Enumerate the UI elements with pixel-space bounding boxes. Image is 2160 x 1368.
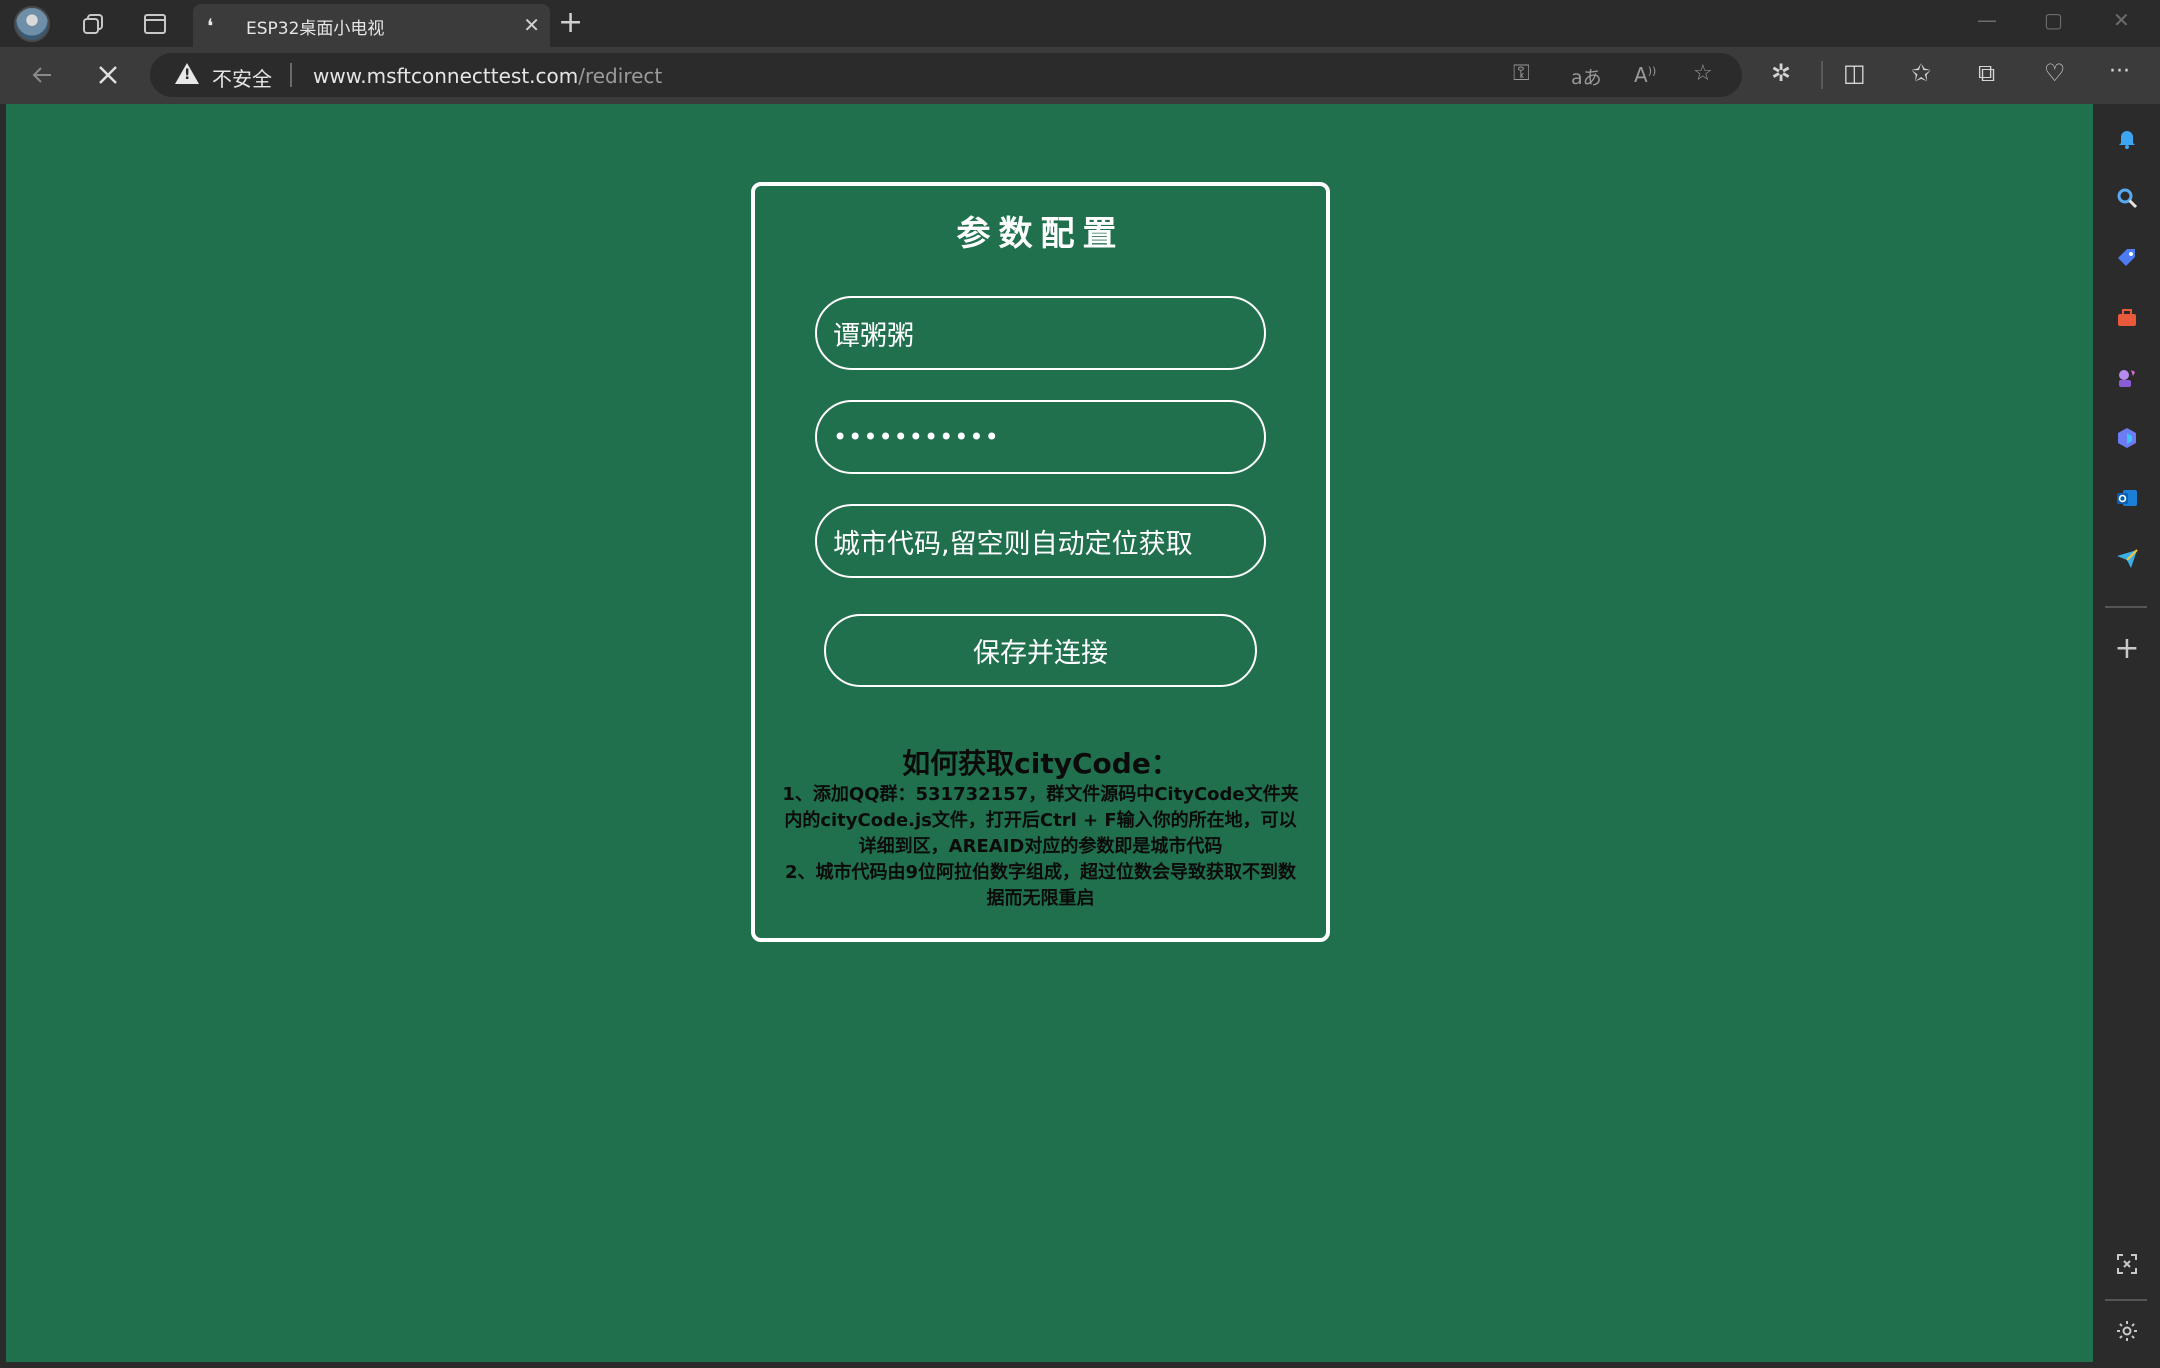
tab-active[interactable]: ❛ ESP32桌面小电视 ✕ [193,4,550,47]
tools-icon[interactable] [2113,304,2141,332]
citycode-field[interactable]: 城市代码,留空则自动定位获取 [815,504,1266,578]
key-icon[interactable]: ⚿ [1513,61,1530,86]
tab-close-icon[interactable]: ✕ [523,13,540,37]
new-tab-button[interactable]: + [558,6,583,40]
help-text: 1、添加QQ群：531732157，群文件源码中CityCode文件夹内的cit… [777,782,1304,912]
help-title: 如何获取cityCode： [902,747,1179,780]
add-icon[interactable]: + [2113,631,2141,666]
help-line-1: 1、添加QQ群：531732157，群文件源码中CityCode文件夹内的cit… [782,784,1299,857]
address-bar[interactable]: 不安全 www.msftconnecttest.com/redirect ⚿ a… [150,53,1742,97]
sidebar-divider [2105,606,2147,608]
more-menu-icon[interactable]: ··· [2109,59,2130,84]
collections-icon[interactable]: ⧉ [1978,59,1995,87]
address-divider [290,63,292,87]
performance-icon[interactable]: ♡ [2044,59,2066,87]
loading-icon: ❛ [207,14,214,38]
outlook-icon[interactable] [2113,484,2141,512]
tab-bar: ❛ ESP32桌面小电视 ✕ + — ▢ ✕ [0,0,2160,47]
name-field[interactable]: 谭粥粥 [815,296,1266,370]
toolbar-divider [1821,61,1823,89]
tab-title: ESP32桌面小电视 [246,19,385,39]
favorites-icon[interactable]: ✩ [1911,59,1931,87]
translate-icon[interactable]: aあ [1571,63,1602,90]
settings-gear-icon[interactable] [2113,1317,2141,1345]
url-text[interactable]: www.msftconnecttest.com/redirect [313,64,662,88]
tab-actions-icon[interactable] [138,7,172,41]
restore-icon[interactable]: ▢ [2044,8,2063,32]
warning-icon [175,63,199,84]
page-title: 参数配置 [956,214,1125,254]
close-window-icon[interactable]: ✕ [2113,8,2130,32]
password-field[interactable]: ••••••••••• [815,400,1266,474]
sidebar: + [2093,104,2160,1368]
config-card: 参数配置 谭粥粥 ••••••••••• 城市代码,留空则自动定位获取 保存并连… [751,182,1330,942]
help-line-2: 2、城市代码由9位阿拉伯数字组成，超过位数会导致获取不到数据而无限重启 [784,862,1297,909]
web-page: 参数配置 谭粥粥 ••••••••••• 城市代码,留空则自动定位获取 保存并连… [6,104,2093,1362]
screenshot-icon[interactable] [2113,1250,2141,1278]
split-screen-icon[interactable]: ◫ [1843,59,1866,87]
shopping-tag-icon[interactable] [2113,244,2141,272]
games-icon[interactable] [2113,364,2141,392]
save-connect-button[interactable]: 保存并连接 [824,614,1257,687]
send-icon[interactable] [2113,544,2141,572]
extensions-icon[interactable]: ✲ [1771,59,1791,87]
minimize-icon[interactable]: — [1977,8,1997,32]
copilot-icon[interactable] [2113,424,2141,452]
security-label[interactable]: 不安全 [212,63,272,92]
url-path: /redirect [578,64,663,88]
profile-avatar[interactable] [14,6,50,42]
notification-bell-icon[interactable] [2113,124,2141,152]
read-aloud-icon[interactable]: A)) [1634,63,1656,87]
url-host: www.msftconnecttest.com [313,64,579,88]
workspaces-icon[interactable] [76,7,110,41]
sidebar-divider-bottom [2105,1299,2147,1301]
favorite-star-icon[interactable]: ☆ [1693,61,1713,86]
toolbar: 不安全 www.msftconnecttest.com/redirect ⚿ a… [0,47,2160,104]
stop-loading-icon[interactable] [90,57,126,93]
search-icon[interactable] [2113,184,2141,212]
back-icon[interactable] [24,57,60,93]
